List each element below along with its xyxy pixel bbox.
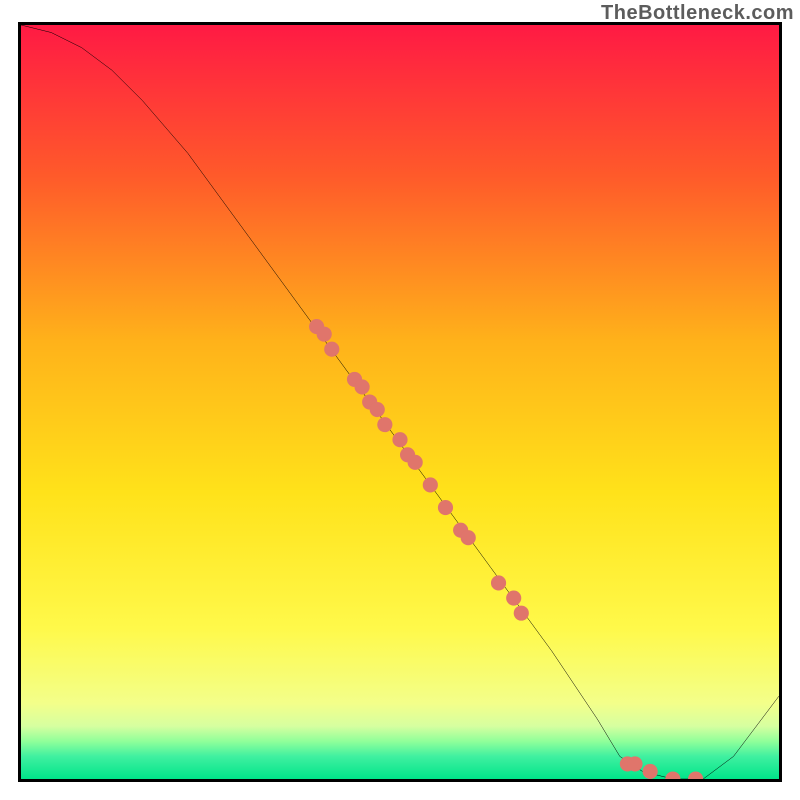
- data-point: [423, 477, 438, 492]
- bottleneck-curve: [21, 25, 779, 779]
- chart-overlay: [21, 25, 779, 779]
- data-point: [643, 764, 658, 779]
- data-point: [627, 756, 642, 771]
- data-point: [324, 342, 339, 357]
- data-points: [309, 319, 703, 779]
- curve-path: [21, 25, 779, 779]
- data-point: [688, 771, 703, 779]
- data-point: [317, 327, 332, 342]
- data-point: [438, 500, 453, 515]
- data-point: [392, 432, 407, 447]
- plot-area: [21, 25, 779, 779]
- data-point: [408, 455, 423, 470]
- plot-border: [18, 22, 782, 782]
- data-point: [491, 575, 506, 590]
- data-point: [514, 606, 529, 621]
- watermark-label: TheBottleneck.com: [601, 2, 794, 25]
- data-point: [461, 530, 476, 545]
- data-point: [370, 402, 385, 417]
- data-point: [665, 771, 680, 779]
- chart-frame: TheBottleneck.com: [0, 0, 800, 800]
- data-point: [377, 417, 392, 432]
- data-point: [355, 379, 370, 394]
- data-point: [506, 591, 521, 606]
